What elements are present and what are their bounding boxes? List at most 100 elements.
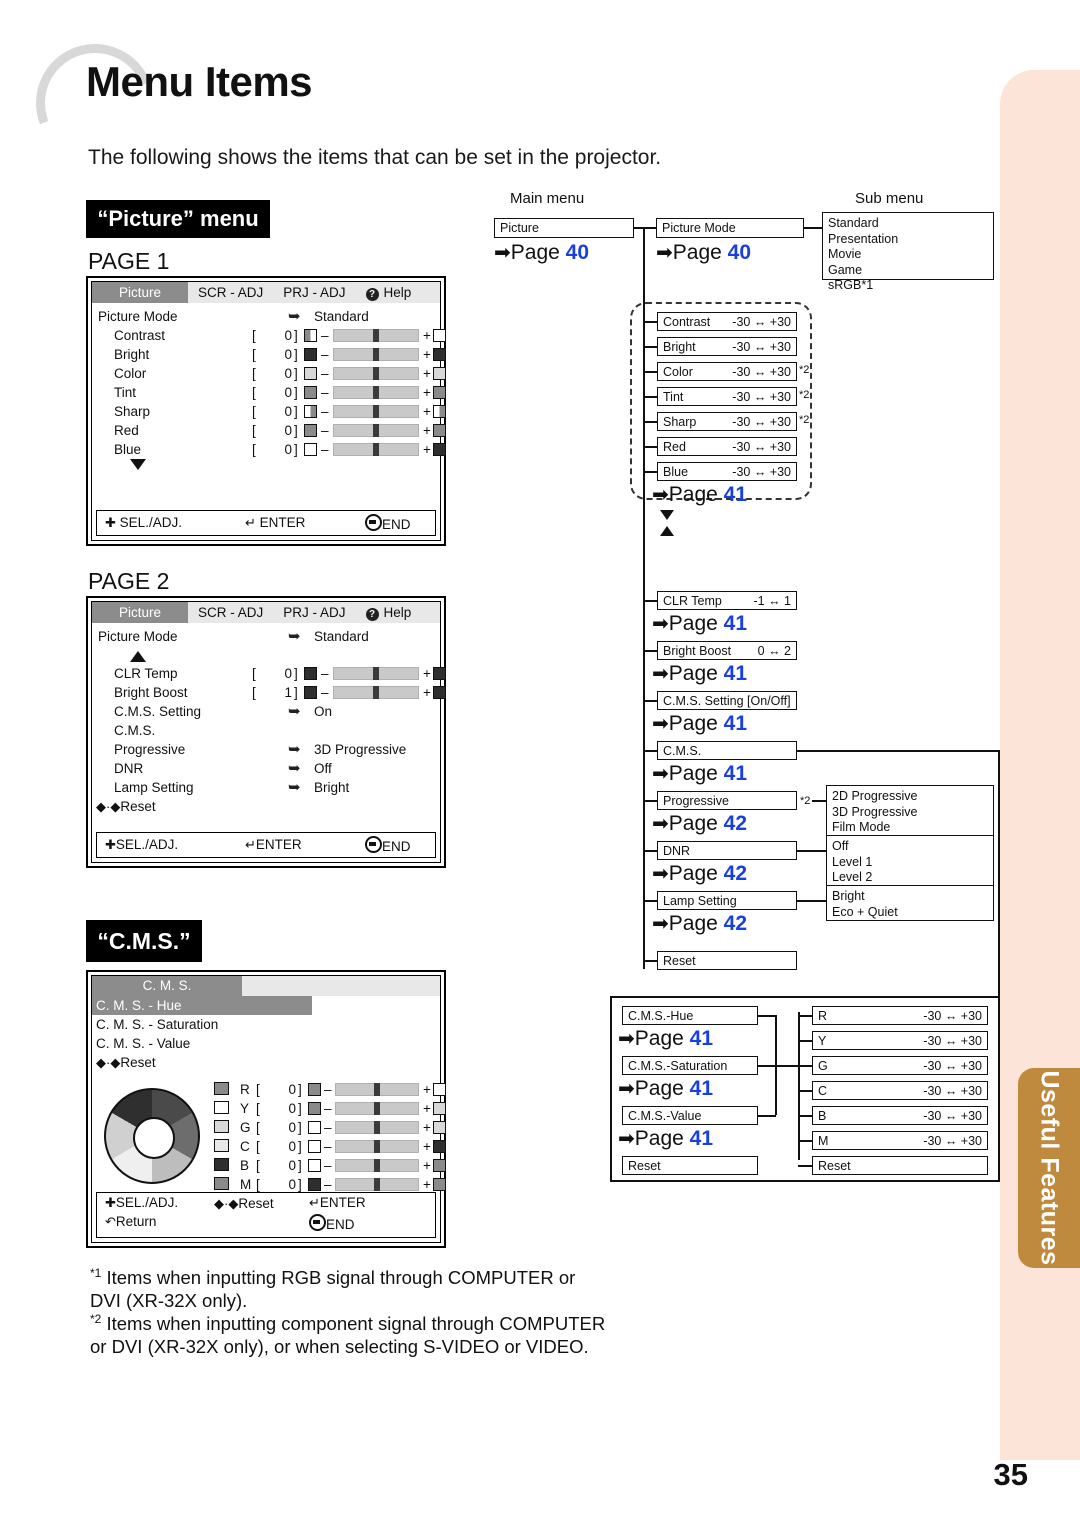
clr-temp-slider[interactable] bbox=[333, 667, 419, 680]
channel-slider[interactable] bbox=[335, 1140, 419, 1153]
flow-box-tint: Tint -30 ↔ +30 bbox=[657, 387, 797, 406]
row-value: 0 bbox=[284, 404, 292, 419]
bracket-open: [ bbox=[252, 404, 256, 419]
channel-slider[interactable] bbox=[335, 1159, 419, 1172]
cms-reset-top[interactable]: ◆·◆Reset bbox=[96, 1053, 156, 1072]
section-tab-useful-features: Useful Features bbox=[1018, 1068, 1080, 1268]
minus-sign: – bbox=[324, 1082, 332, 1097]
osd-tab-picture[interactable]: Picture bbox=[92, 282, 188, 303]
section-heading-cms: “C.M.S.” bbox=[86, 920, 202, 962]
bracket-close: ] bbox=[294, 423, 298, 438]
osd-tab-prj-adj[interactable]: PRJ - ADJ bbox=[273, 602, 355, 623]
osd-tab-help[interactable]: ? Help bbox=[356, 602, 422, 623]
color-slider[interactable] bbox=[333, 367, 419, 380]
row-value: 0 bbox=[284, 366, 292, 381]
flow-box-channel-c: C -30 ↔ +30 bbox=[812, 1081, 988, 1100]
osd-tab-scr-adj[interactable]: SCR - ADJ bbox=[188, 602, 273, 623]
minus-sign: – bbox=[321, 385, 329, 400]
page1-label: PAGE 1 bbox=[88, 248, 170, 274]
channel-slider[interactable] bbox=[335, 1178, 419, 1191]
enter-key-icon: ↵ bbox=[245, 837, 256, 852]
footnote-marker: *2 bbox=[799, 414, 810, 426]
channel-value: 0 bbox=[288, 1158, 296, 1173]
reset-item[interactable]: ◆·◆Reset bbox=[96, 797, 156, 816]
red-slider[interactable] bbox=[333, 424, 419, 437]
channel-max-icon bbox=[433, 1102, 446, 1115]
flow-box-progressive-options: 2D Progressive 3D Progressive Film Mode bbox=[826, 785, 994, 837]
minus-sign: – bbox=[321, 685, 329, 700]
osd-page2-body: Picture Mode ➥ Standard CLR Temp [ 0 ] –… bbox=[92, 627, 446, 816]
main-menu-header: Main menu bbox=[510, 190, 585, 207]
flow-page-ref-cms-hue: ➡Page 41 bbox=[618, 1027, 714, 1050]
blue-slider[interactable] bbox=[333, 443, 419, 456]
end-hint: END bbox=[309, 1214, 355, 1232]
sharp-icon bbox=[304, 405, 317, 418]
minus-sign: – bbox=[321, 404, 329, 419]
section-heading-picture-menu: “Picture” menu bbox=[86, 200, 270, 238]
clr-temp-icon bbox=[304, 667, 317, 680]
flow-box-red: Red -30 ↔ +30 bbox=[657, 437, 797, 456]
channel-swatch bbox=[214, 1120, 229, 1133]
channel-slider[interactable] bbox=[335, 1102, 419, 1115]
flow-box-dnr-options: Off Level 1 Level 2 bbox=[826, 835, 994, 887]
intro-text: The following shows the items that can b… bbox=[88, 146, 662, 169]
flow-page-ref-lamp-setting: ➡Page 42 bbox=[652, 912, 748, 935]
red-max-icon bbox=[433, 424, 446, 437]
return-arrow-icon: ↶ bbox=[105, 1214, 116, 1229]
bright-boost-slider[interactable] bbox=[333, 686, 419, 699]
cms-title: C. M. S. bbox=[92, 976, 242, 996]
channel-value: 0 bbox=[288, 1101, 296, 1116]
channel-icon bbox=[308, 1083, 321, 1096]
flow-box-cms-reset: Reset bbox=[622, 1156, 758, 1175]
osd-tab-help[interactable]: ? Help bbox=[356, 282, 422, 303]
footnote-1: *1 Items when inputting RGB signal throu… bbox=[90, 1262, 610, 1312]
osd-page1-footer: ✚ SEL./ADJ. ↵ ENTER END bbox=[96, 510, 436, 536]
channel-icon bbox=[308, 1102, 321, 1115]
contrast-slider[interactable] bbox=[333, 329, 419, 342]
plus-sign: + bbox=[423, 347, 431, 362]
flow-page-ref-picture-mode: ➡Page 40 bbox=[656, 241, 752, 264]
item-label[interactable]: C.M.S. bbox=[114, 721, 155, 740]
footnote-1-text: Items when inputting RGB signal through … bbox=[90, 1267, 576, 1312]
row-value: 1 bbox=[284, 685, 292, 700]
channel-swatch bbox=[214, 1177, 229, 1190]
section-tab-label: Useful Features bbox=[1035, 1070, 1064, 1266]
flow-box-dnr: DNR bbox=[657, 841, 797, 860]
item-label: DNR bbox=[114, 761, 144, 776]
osd-tab-prj-adj[interactable]: PRJ - ADJ bbox=[273, 282, 355, 303]
tint-icon bbox=[304, 386, 317, 399]
left-right-arrow-icon: ◆·◆ bbox=[96, 799, 121, 814]
bracket-close: ] bbox=[294, 442, 298, 457]
left-right-arrow-icon: ◆·◆ bbox=[96, 1055, 121, 1070]
tint-slider[interactable] bbox=[333, 386, 419, 399]
row-label: Contrast bbox=[114, 328, 166, 343]
flow-box-cms-setting: C.M.S. Setting [On/Off] bbox=[657, 691, 797, 710]
page-title: Menu Items bbox=[86, 58, 313, 105]
right-arrow-icon: ➥ bbox=[288, 628, 301, 645]
plus-sign: + bbox=[423, 366, 431, 381]
bright-slider[interactable] bbox=[333, 348, 419, 361]
scroll-up-icon[interactable] bbox=[130, 651, 146, 662]
sharp-slider[interactable] bbox=[333, 405, 419, 418]
sel-adj-hint: ✚SEL./ADJ. bbox=[105, 837, 179, 852]
channel-slider[interactable] bbox=[335, 1083, 419, 1096]
connector bbox=[634, 227, 656, 229]
cms-item-value[interactable]: C. M. S. - Value bbox=[96, 1034, 190, 1053]
scroll-down-icon[interactable] bbox=[130, 459, 146, 470]
bracket-close: ] bbox=[294, 347, 298, 362]
osd-tab-picture[interactable]: Picture bbox=[92, 602, 188, 623]
item-label: Progressive bbox=[114, 742, 186, 757]
channel-slider[interactable] bbox=[335, 1121, 419, 1134]
arrow-icon: ➡ bbox=[652, 913, 669, 935]
flow-box-channel-r: R -30 ↔ +30 bbox=[812, 1006, 988, 1025]
cms-item-saturation[interactable]: C. M. S. - Saturation bbox=[96, 1015, 218, 1034]
osd-cms-body: C. M. S. - Hue C. M. S. - Saturation C. … bbox=[92, 996, 446, 1213]
channel-swatch bbox=[214, 1082, 229, 1095]
cms-item-hue[interactable]: C. M. S. - Hue bbox=[92, 996, 312, 1015]
osd-tab-bar: Picture SCR - ADJ PRJ - ADJ ? Help bbox=[92, 602, 440, 623]
osd-tab-scr-adj[interactable]: SCR - ADJ bbox=[188, 282, 273, 303]
bracket-open: [ bbox=[252, 423, 256, 438]
bracket-close: ] bbox=[294, 366, 298, 381]
plus-sign: + bbox=[423, 1139, 431, 1154]
footnote-2-marker: *2 bbox=[90, 1312, 102, 1326]
